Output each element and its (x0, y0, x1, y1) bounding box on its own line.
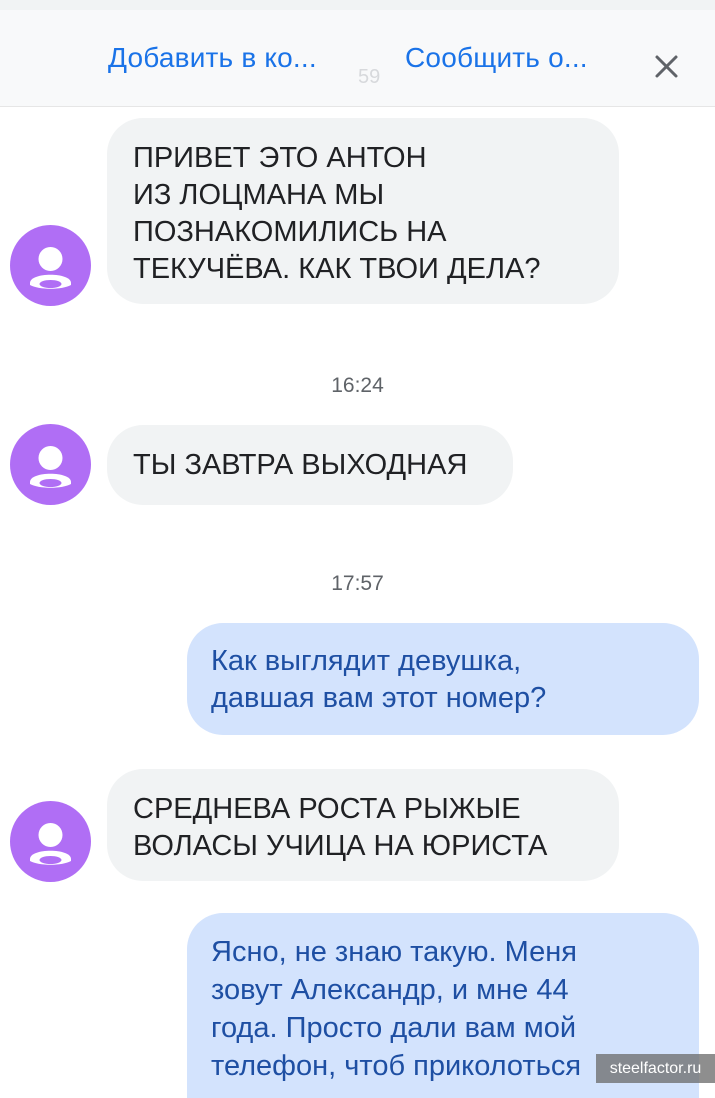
sender-avatar[interactable] (10, 801, 91, 882)
add-to-contacts-button[interactable]: Добавить в ко... (108, 42, 317, 74)
incoming-message-bubble[interactable]: ПРИВЕТ ЭТО АНТОН ИЗ ЛОЦМАНА МЫ ПОЗНАКОМИ… (107, 118, 619, 304)
close-icon[interactable] (651, 52, 681, 82)
conversation-toolbar: 59 Добавить в ко... Сообщить о... (0, 0, 715, 107)
timestamp: 17:57 (331, 572, 384, 595)
person-icon (30, 247, 71, 289)
faded-timestamp: 59 (358, 66, 381, 88)
report-spam-button[interactable]: Сообщить о... (405, 42, 588, 74)
watermark: steelfactor.ru (596, 1054, 715, 1083)
sender-avatar[interactable] (10, 424, 91, 505)
sender-avatar[interactable] (10, 225, 91, 306)
timestamp: 16:24 (331, 374, 384, 397)
outgoing-message-bubble[interactable]: Как выглядит девушка, давшая вам этот но… (187, 623, 699, 735)
incoming-message-bubble[interactable]: СРЕДНЕВА РОСТА РЫЖЫЕ ВОЛАСЫ УЧИЦА НА ЮРИ… (107, 769, 619, 881)
person-icon (30, 446, 71, 488)
incoming-message-bubble[interactable]: ТЫ ЗАВТРА ВЫХОДНАЯ (107, 425, 513, 505)
person-icon (30, 823, 71, 865)
